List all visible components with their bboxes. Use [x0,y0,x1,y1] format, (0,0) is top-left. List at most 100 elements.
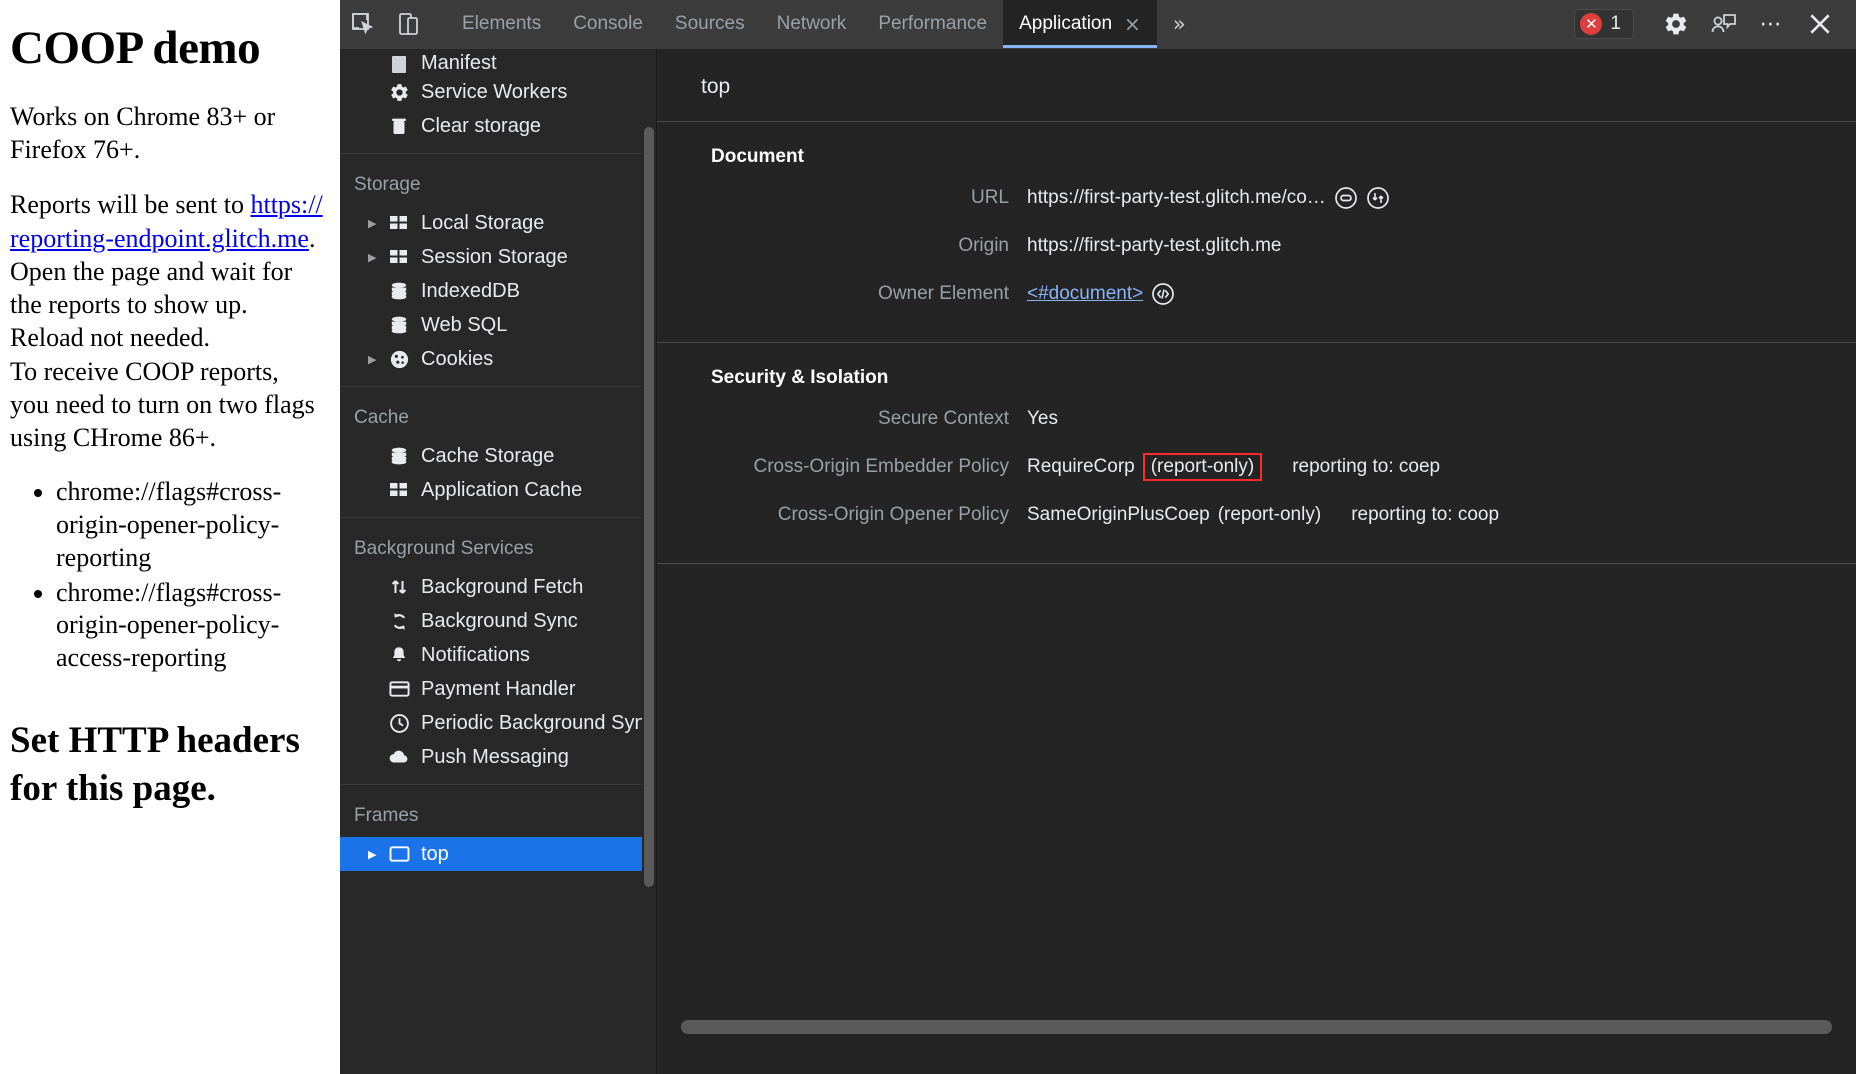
toolbar-right-group: ✕ 1 ⋯ [1574,0,1856,48]
tab-sources[interactable]: Sources [659,0,761,48]
cloud-icon [386,748,412,766]
devtools-tab-bar: Elements Console Sources Network Perform… [446,0,1157,48]
section-title: Document [711,146,804,167]
security-isolation-section: Security & Isolation Secure Context Yes … [657,343,1856,564]
open-in-sources-icon[interactable] [1334,186,1358,210]
sidebar-item-background-fetch[interactable]: ▶ Background Fetch [340,570,656,604]
sidebar-item-label: Manifest [421,52,497,74]
sidebar-scrollbar[interactable] [642,49,656,1074]
main-horizontal-scrollbar[interactable] [657,1020,1856,1038]
row-value-group: RequireCorp (report-only) reporting to: … [1027,453,1440,481]
sidebar-item-application-cache[interactable]: ▶ Application Cache [340,473,656,507]
bell-icon [386,645,412,665]
credit-card-icon [386,680,412,698]
instructions-line-5: using CHrome 86+. [10,423,217,453]
sidebar-item-periodic-background-sync[interactable]: ▶ Periodic Background Sync [340,706,656,740]
sidebar-item-payment-handler[interactable]: ▶ Payment Handler [340,672,656,706]
instructions-line-3: To receive COOP reports, [10,356,279,386]
database-icon [386,446,412,466]
sidebar-item-web-sql[interactable]: ▶ Web SQL [340,308,656,342]
sidebar-item-clear-storage[interactable]: ▶ Clear storage [340,109,656,143]
sidebar-group-title: Cache [354,407,409,428]
row-value-group: https://first-party-test.glitch.me/co… [1027,186,1390,210]
clock-icon [386,713,412,734]
chevron-right-icon[interactable]: ▶ [368,353,386,366]
browser-support-paragraph: Works on Chrome 83+ or Firefox 76+. [10,100,330,167]
devtools-body: ▶ Manifest ▶ Service Workers [340,49,1856,1074]
sidebar-group-title: Storage [354,174,421,195]
sidebar-group-background-services: Background Services ▶ Background Fetch ▶ [340,518,656,785]
sidebar-item-push-messaging[interactable]: ▶ Push Messaging [340,740,656,774]
sidebar-item-label: Background Fetch [421,575,584,598]
chevron-right-icon[interactable]: ▶ [368,251,386,264]
tab-application[interactable]: Application × [1003,0,1157,48]
instructions-line-1: the reports to show up. [10,290,248,320]
gear-icon[interactable] [1652,11,1700,37]
inspect-element-icon[interactable] [340,0,386,48]
coop-report-only-badge: (report-only) [1217,504,1322,525]
sidebar-scroll-content: ▶ Manifest ▶ Service Workers [340,49,656,881]
close-icon[interactable]: × [1124,14,1141,34]
application-sidebar: ▶ Manifest ▶ Service Workers [340,49,657,1074]
sidebar-item-label: Application Cache [421,478,583,501]
row-label: Cross-Origin Embedder Policy [753,456,1009,477]
tab-elements[interactable]: Elements [446,0,557,48]
sidebar-item-local-storage[interactable]: ▶ Local Storage [340,206,656,240]
sidebar-item-service-workers[interactable]: ▶ Service Workers [340,75,656,109]
trash-icon [386,116,412,136]
chevron-right-icon[interactable]: ▶ [368,217,386,230]
row-label: Cross-Origin Opener Policy [777,504,1009,525]
more-options-glyph: ⋯ [1759,11,1785,37]
table-icon [386,248,412,266]
device-toolbar-icon[interactable] [386,0,432,48]
frame-details-panel: top Document URL https://first-party-tes… [657,49,1856,1074]
more-options-icon[interactable]: ⋯ [1748,12,1796,37]
frame-title: top [657,49,1856,122]
sidebar-item-label: Local Storage [421,211,545,234]
database-icon [386,315,412,335]
error-count-badge[interactable]: ✕ 1 [1574,9,1634,39]
sidebar-item-manifest[interactable]: ▶ Manifest [340,49,656,75]
close-devtools-icon[interactable] [1796,11,1844,37]
row-coop: Cross-Origin Opener Policy SameOriginPlu… [657,491,1856,539]
tab-label: Application [1019,13,1113,34]
sidebar-group-frames: Frames ▶ top [340,785,656,881]
feedback-icon[interactable] [1700,11,1748,37]
reveal-in-network-icon[interactable] [1366,186,1390,210]
table-icon [386,481,412,499]
sidebar-item-indexeddb[interactable]: ▶ IndexedDB [340,274,656,308]
reveal-in-elements-icon[interactable] [1151,282,1175,306]
coep-value: RequireCorp [1027,456,1135,477]
chevron-right-icon[interactable]: ▶ [368,848,386,861]
document-section: Document URL https://first-party-test.gl… [657,122,1856,343]
owner-element-link[interactable]: <#document> [1027,283,1143,305]
instructions-line-2: Reload not needed. [10,323,210,353]
row-owner-element: Owner Element <#document> [657,270,1856,318]
sidebar-item-top-frame[interactable]: ▶ top [340,837,656,871]
reports-paragraph: Reports will be sent to https://reportin… [10,188,330,255]
sidebar-item-background-sync[interactable]: ▶ Background Sync [340,604,656,638]
reports-prefix-text: Reports will be sent to [10,190,251,220]
sidebar-item-label: Clear storage [421,114,542,137]
reports-suffix-text: . [308,223,316,253]
tab-label: Console [573,13,643,34]
sidebar-item-session-storage[interactable]: ▶ Session Storage [340,240,656,274]
coop-reporting-endpoint: reporting to: coop [1351,504,1500,525]
sidebar-item-label: Payment Handler [421,677,576,700]
coop-value: SameOriginPlusCoep [1027,504,1210,525]
error-icon: ✕ [1580,13,1603,35]
sidebar-scrollbar-thumb[interactable] [644,127,654,887]
more-tabs-icon[interactable]: » [1157,0,1202,48]
scrollbar-track[interactable] [681,1020,1832,1034]
sidebar-item-cache-storage[interactable]: ▶ Cache Stora [340,439,656,473]
tab-performance[interactable]: Performance [862,0,1003,48]
cookie-icon [386,349,412,370]
sidebar-item-cookies[interactable]: ▶ Cookies [340,342,656,376]
sidebar-item-notifications[interactable]: ▶ Notifications [340,638,656,672]
row-secure-context: Secure Context Yes [657,395,1856,443]
devtools-toolbar: Elements Console Sources Network Perform… [340,0,1856,49]
sidebar-item-label: Session Storage [421,245,568,268]
tab-console[interactable]: Console [557,0,659,48]
scrollbar-thumb[interactable] [681,1020,1832,1034]
tab-network[interactable]: Network [761,0,863,48]
